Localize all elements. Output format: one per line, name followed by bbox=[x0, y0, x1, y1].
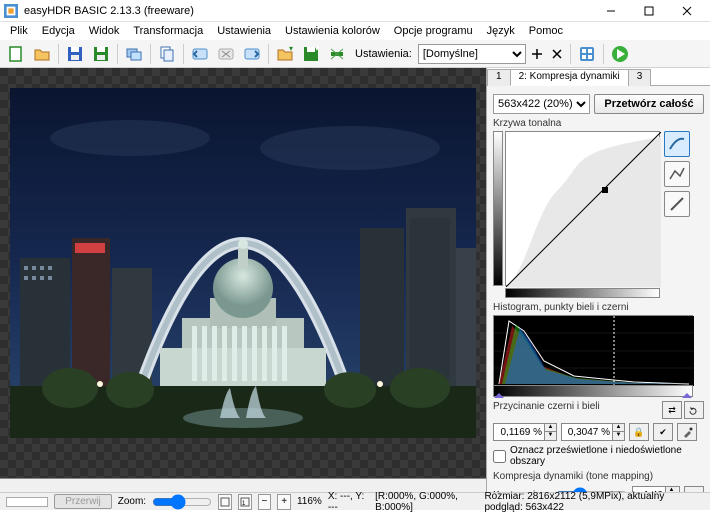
tab-1[interactable]: 1 bbox=[487, 69, 511, 86]
zoom-fit-button[interactable] bbox=[218, 494, 232, 510]
histogram-section-label: Histogram, punkty bieli i czerni bbox=[493, 302, 704, 313]
preview-scrollbar[interactable] bbox=[0, 478, 486, 492]
zoom-label: Zoom: bbox=[118, 496, 146, 507]
svg-text:▾: ▾ bbox=[315, 45, 319, 53]
save-as-button[interactable] bbox=[89, 42, 113, 66]
apply-clip-button[interactable]: ✔ bbox=[653, 423, 673, 441]
lock-clip-button[interactable]: 🔒 bbox=[629, 423, 649, 441]
eyedropper-button[interactable] bbox=[677, 423, 697, 441]
process-all-button[interactable]: Przetwórz całość bbox=[594, 94, 704, 114]
menu-settings[interactable]: Ustawienia bbox=[211, 24, 277, 38]
menu-bar: Plik Edycja Widok Transformacja Ustawien… bbox=[0, 22, 710, 40]
menu-view[interactable]: Widok bbox=[83, 24, 126, 38]
preset-remove-button[interactable] bbox=[548, 42, 566, 66]
histogram-range-slider[interactable] bbox=[493, 385, 693, 397]
redo2-button[interactable] bbox=[240, 42, 264, 66]
save-button[interactable] bbox=[63, 42, 87, 66]
link-clip-button[interactable]: ⇄ bbox=[662, 401, 682, 419]
size-readout: Rozmiar: 2816x2112 (5,9MPix), aktualny p… bbox=[484, 491, 704, 513]
preset-add-button[interactable] bbox=[528, 42, 546, 66]
copy-button[interactable] bbox=[155, 42, 179, 66]
histogram[interactable] bbox=[493, 315, 693, 385]
preview-area bbox=[0, 68, 486, 492]
menu-color-settings[interactable]: Ustawienia kolorów bbox=[279, 24, 386, 38]
settings-label: Ustawienia: bbox=[355, 48, 412, 60]
app-icon bbox=[4, 4, 18, 18]
tab-3[interactable]: 3 bbox=[628, 69, 652, 86]
menu-transform[interactable]: Transformacja bbox=[127, 24, 209, 38]
coords-readout: X: ---, Y: --- bbox=[328, 491, 369, 513]
new-button[interactable] bbox=[4, 42, 28, 66]
zoom-100-button[interactable]: 1 bbox=[238, 494, 252, 510]
menu-edit[interactable]: Edycja bbox=[36, 24, 81, 38]
black-point-handle[interactable] bbox=[494, 388, 504, 398]
undo-button[interactable] bbox=[188, 42, 212, 66]
process-button[interactable] bbox=[608, 42, 632, 66]
curve-tool-linear[interactable] bbox=[664, 191, 690, 217]
rgb-readout: [R:000%, G:000%, B:000%] bbox=[375, 491, 478, 513]
cancel-button[interactable]: Przerwij bbox=[54, 494, 112, 509]
grid-view-button[interactable] bbox=[575, 42, 599, 66]
maximize-button[interactable] bbox=[630, 1, 668, 21]
settings-open-button[interactable]: ▾ bbox=[273, 42, 297, 66]
crop-button[interactable] bbox=[325, 42, 349, 66]
minimize-button[interactable] bbox=[592, 1, 630, 21]
tab-compression[interactable]: 2: Kompresja dynamiki bbox=[510, 69, 629, 86]
toolbar: ▾ ▾ Ustawienia: [Domyślne] bbox=[0, 40, 710, 68]
preview-zoom-select[interactable]: 563x422 (20%) bbox=[493, 94, 590, 114]
preview-image[interactable] bbox=[10, 88, 476, 438]
title-bar: easyHDR BASIC 2.13.3 (freeware) bbox=[0, 0, 710, 22]
curve-tool-smooth[interactable] bbox=[664, 131, 690, 157]
svg-text:▾: ▾ bbox=[289, 45, 293, 53]
menu-file[interactable]: Plik bbox=[4, 24, 34, 38]
reset-clip-button[interactable] bbox=[684, 401, 704, 419]
mark-overexposed-checkbox[interactable]: Oznacz prześwietlone i niedoświetlone ob… bbox=[493, 445, 704, 467]
zoom-out-button[interactable]: − bbox=[258, 494, 272, 510]
curve-section-label: Krzywa tonalna bbox=[493, 118, 704, 129]
images-button[interactable] bbox=[122, 42, 146, 66]
clip-white-input[interactable]: ▲▼ bbox=[561, 423, 625, 441]
menu-language[interactable]: Język bbox=[481, 24, 521, 38]
window-title: easyHDR BASIC 2.13.3 (freeware) bbox=[24, 5, 592, 17]
redo-button[interactable] bbox=[214, 42, 238, 66]
zoom-in-button[interactable]: + bbox=[277, 494, 291, 510]
panel-tabs: 1 2: Kompresja dynamiki 3 bbox=[487, 68, 710, 86]
tonemap-section-label: Kompresja dynamiki (tone mapping) bbox=[493, 471, 704, 482]
status-bar: Przerwij Zoom: 1 − + 116% X: ---, Y: ---… bbox=[0, 492, 710, 510]
settings-save-button[interactable]: ▾ bbox=[299, 42, 323, 66]
curve-gradient-x bbox=[505, 288, 660, 298]
curve-gradient-y bbox=[493, 131, 503, 286]
close-button[interactable] bbox=[668, 1, 706, 21]
preset-select[interactable]: [Domyślne] bbox=[418, 44, 526, 64]
curve-tool-points[interactable] bbox=[664, 161, 690, 187]
menu-program-options[interactable]: Opcje programu bbox=[388, 24, 479, 38]
side-panel: 1 2: Kompresja dynamiki 3 563x422 (20%) … bbox=[486, 68, 710, 492]
open-button[interactable] bbox=[30, 42, 54, 66]
menu-help[interactable]: Pomoc bbox=[523, 24, 569, 38]
zoom-value: 116% bbox=[297, 496, 322, 507]
zoom-slider[interactable] bbox=[152, 494, 212, 510]
tone-curve[interactable] bbox=[505, 131, 660, 286]
clip-section-label: Przycinanie czerni i bieli bbox=[493, 401, 600, 419]
clip-black-input[interactable]: ▲▼ bbox=[493, 423, 557, 441]
progress-bar bbox=[6, 497, 48, 507]
white-point-handle[interactable] bbox=[682, 388, 692, 398]
